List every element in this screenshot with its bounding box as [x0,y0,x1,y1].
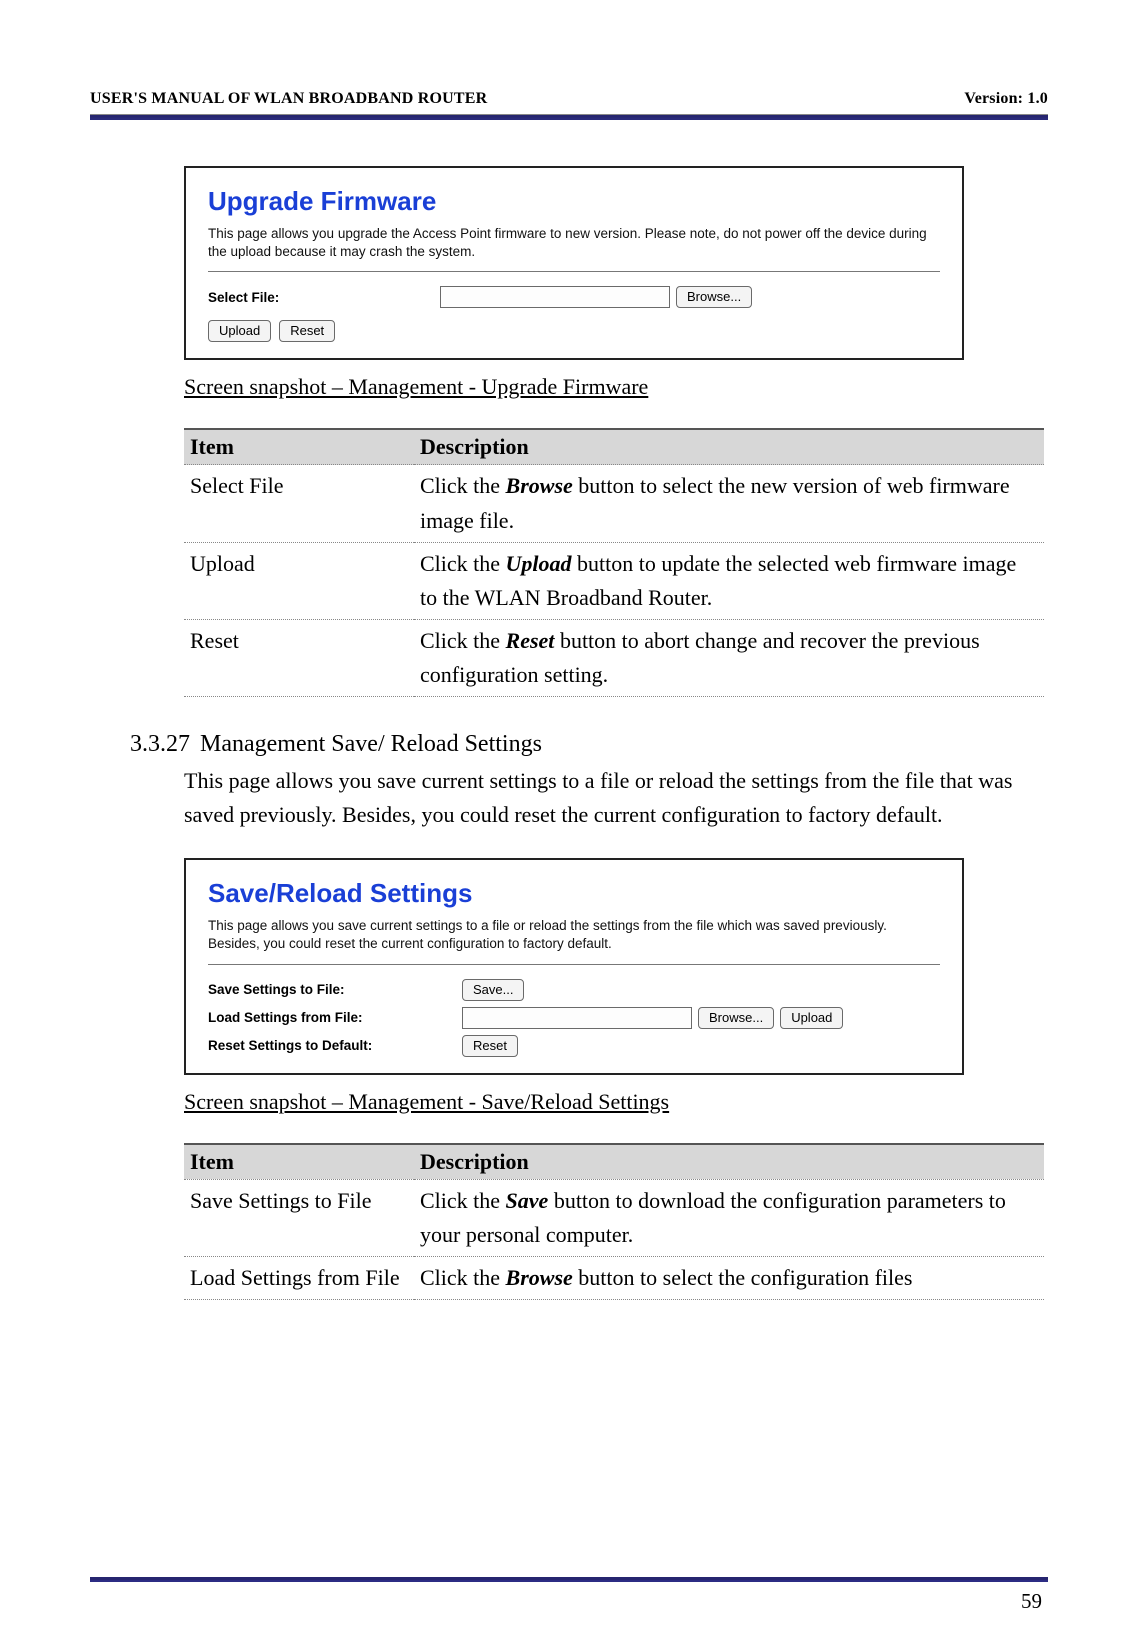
footer-rule [90,1577,1048,1582]
cell-item: Upload [184,542,414,619]
section-title: Management Save/ Reload Settings [200,731,542,758]
cell-item: Select File [184,465,414,542]
table-row: Load Settings from File Click the Browse… [184,1256,1044,1299]
table-row: Select File Click the Browse button to s… [184,465,1044,542]
section-heading: 3.3.27 Management Save/ Reload Settings [184,731,1044,758]
panel-description: This page allows you upgrade the Access … [208,225,940,261]
page-number: 59 [1021,1589,1042,1614]
caption-upgrade-firmware: Screen snapshot – Management - Upgrade F… [184,374,1044,400]
load-settings-row: Load Settings from File: Browse... Uploa… [208,1007,940,1029]
panel-title: Upgrade Firmware [208,186,940,217]
reset-settings-label: Reset Settings to Default: [208,1038,430,1053]
save-settings-row: Save Settings to File: Save... [208,979,940,1001]
reset-button[interactable]: Reset [462,1035,518,1057]
save-button[interactable]: Save... [462,979,524,1001]
upload-button[interactable]: Upload [208,320,271,342]
cell-desc: Click the Save button to download the co… [414,1179,1044,1256]
cell-desc: Click the Reset button to abort change a… [414,619,1044,696]
col-item-header: Item [184,429,414,465]
page-header: USER'S MANUAL OF WLAN BROADBAND ROUTER V… [90,90,1048,108]
table-row: Reset Click the Reset button to abort ch… [184,619,1044,696]
browse-button[interactable]: Browse... [698,1007,774,1029]
select-file-row: Select File: Browse... [208,286,940,308]
table-row: Upload Click the Upload button to update… [184,542,1044,619]
caption-save-reload: Screen snapshot – Management - Save/Relo… [184,1089,1044,1115]
reset-button[interactable]: Reset [279,320,335,342]
col-item-header: Item [184,1144,414,1180]
section-number: 3.3.27 [130,731,188,758]
upgrade-firmware-table: Item Description Select File Click the B… [184,428,1044,697]
section-body: This page allows you save current settin… [184,764,1044,832]
cell-desc: Click the Browse button to select the ne… [414,465,1044,542]
table-header-row: Item Description [184,1144,1044,1180]
col-desc-header: Description [414,1144,1044,1180]
panel-button-row: Upload Reset [208,320,940,342]
upgrade-firmware-panel: Upgrade Firmware This page allows you up… [184,166,964,360]
cell-item: Reset [184,619,414,696]
browse-button[interactable]: Browse... [676,286,752,308]
table-row: Save Settings to File Click the Save but… [184,1179,1044,1256]
page: USER'S MANUAL OF WLAN BROADBAND ROUTER V… [0,0,1138,1652]
load-settings-label: Load Settings from File: [208,1010,430,1025]
reset-settings-row: Reset Settings to Default: Reset [208,1035,940,1057]
panel-title: Save/Reload Settings [208,878,940,909]
upload-button[interactable]: Upload [780,1007,843,1029]
cell-item: Save Settings to File [184,1179,414,1256]
load-file-input[interactable] [462,1007,692,1029]
save-reload-table: Item Description Save Settings to File C… [184,1143,1044,1300]
panel-divider [208,271,940,272]
content-body: Upgrade Firmware This page allows you up… [184,166,1044,1300]
col-desc-header: Description [414,429,1044,465]
cell-item: Load Settings from File [184,1256,414,1299]
select-file-input[interactable] [440,286,670,308]
header-rule [90,114,1048,120]
select-file-label: Select File: [208,290,408,305]
header-version: Version: 1.0 [964,90,1048,108]
save-settings-label: Save Settings to File: [208,982,430,997]
table-header-row: Item Description [184,429,1044,465]
cell-desc: Click the Browse button to select the co… [414,1256,1044,1299]
cell-desc: Click the Upload button to update the se… [414,542,1044,619]
panel-divider [208,964,940,965]
panel-description: This page allows you save current settin… [208,917,940,953]
header-title: USER'S MANUAL OF WLAN BROADBAND ROUTER [90,90,487,108]
save-reload-panel: Save/Reload Settings This page allows yo… [184,858,964,1074]
